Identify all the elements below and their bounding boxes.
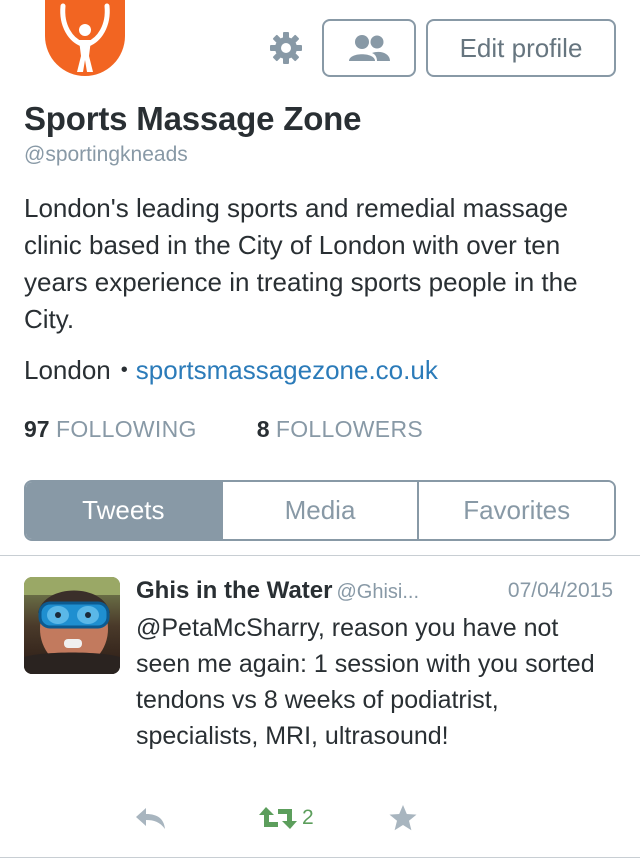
star-icon: [389, 805, 417, 831]
following-count: 97: [24, 416, 50, 442]
tab-favorites[interactable]: Favorites: [417, 482, 614, 539]
lists-button[interactable]: [322, 19, 416, 77]
divider: [0, 857, 640, 858]
tweet-text: @PetaMcSharry, reason you have not seen …: [136, 614, 595, 750]
separator-dot: •: [120, 359, 128, 381]
profile-stats: 97 FOLLOWING 8 FOLLOWERS: [24, 416, 423, 443]
tab-media[interactable]: Media: [220, 482, 418, 539]
following-stat[interactable]: 97 FOLLOWING: [24, 416, 197, 442]
favorite-button[interactable]: [388, 802, 418, 834]
people-icon: [349, 35, 390, 61]
retweet-button[interactable]: 2: [258, 802, 314, 834]
profile-website-link[interactable]: sportsmassagezone.co.uk: [136, 355, 438, 385]
settings-button[interactable]: [266, 28, 306, 68]
following-label: FOLLOWING: [55, 416, 197, 442]
profile-avatar-logo[interactable]: [45, 0, 125, 76]
tab-tweets[interactable]: Tweets: [26, 482, 221, 539]
tweet-author-handle[interactable]: @Ghisi...: [336, 581, 419, 603]
profile-display-name: Sports Massage Zone: [24, 100, 362, 137]
snorkel-photo: [24, 577, 120, 674]
profile-location: London: [24, 355, 111, 385]
edit-profile-button[interactable]: Edit profile: [426, 19, 616, 77]
profile-tabs: Tweets Media Favorites: [24, 480, 616, 541]
tweet-author-avatar[interactable]: [24, 577, 120, 674]
reply-icon: [136, 808, 165, 829]
divider: [0, 555, 640, 556]
followers-stat[interactable]: 8 FOLLOWERS: [257, 416, 423, 442]
retweet-count: 2: [302, 806, 314, 829]
followers-label: FOLLOWERS: [275, 416, 424, 442]
profile-bio: London's leading sports and remedial mas…: [24, 193, 578, 334]
retweet-icon: [259, 807, 297, 829]
logo-figure-icon: [60, 3, 110, 72]
gear-icon: [270, 32, 302, 64]
tweet-date: 07/04/2015: [507, 579, 613, 602]
profile-handle: @sportingkneads: [24, 143, 188, 166]
reply-button[interactable]: [134, 802, 168, 834]
followers-count: 8: [256, 416, 270, 442]
tweet-header: Ghis in the Water @Ghisi... 07/04/2015: [136, 577, 616, 609]
tweet-author-name[interactable]: Ghis in the Water: [136, 577, 332, 604]
profile-meta: London • sportsmassagezone.co.uk: [24, 355, 438, 386]
